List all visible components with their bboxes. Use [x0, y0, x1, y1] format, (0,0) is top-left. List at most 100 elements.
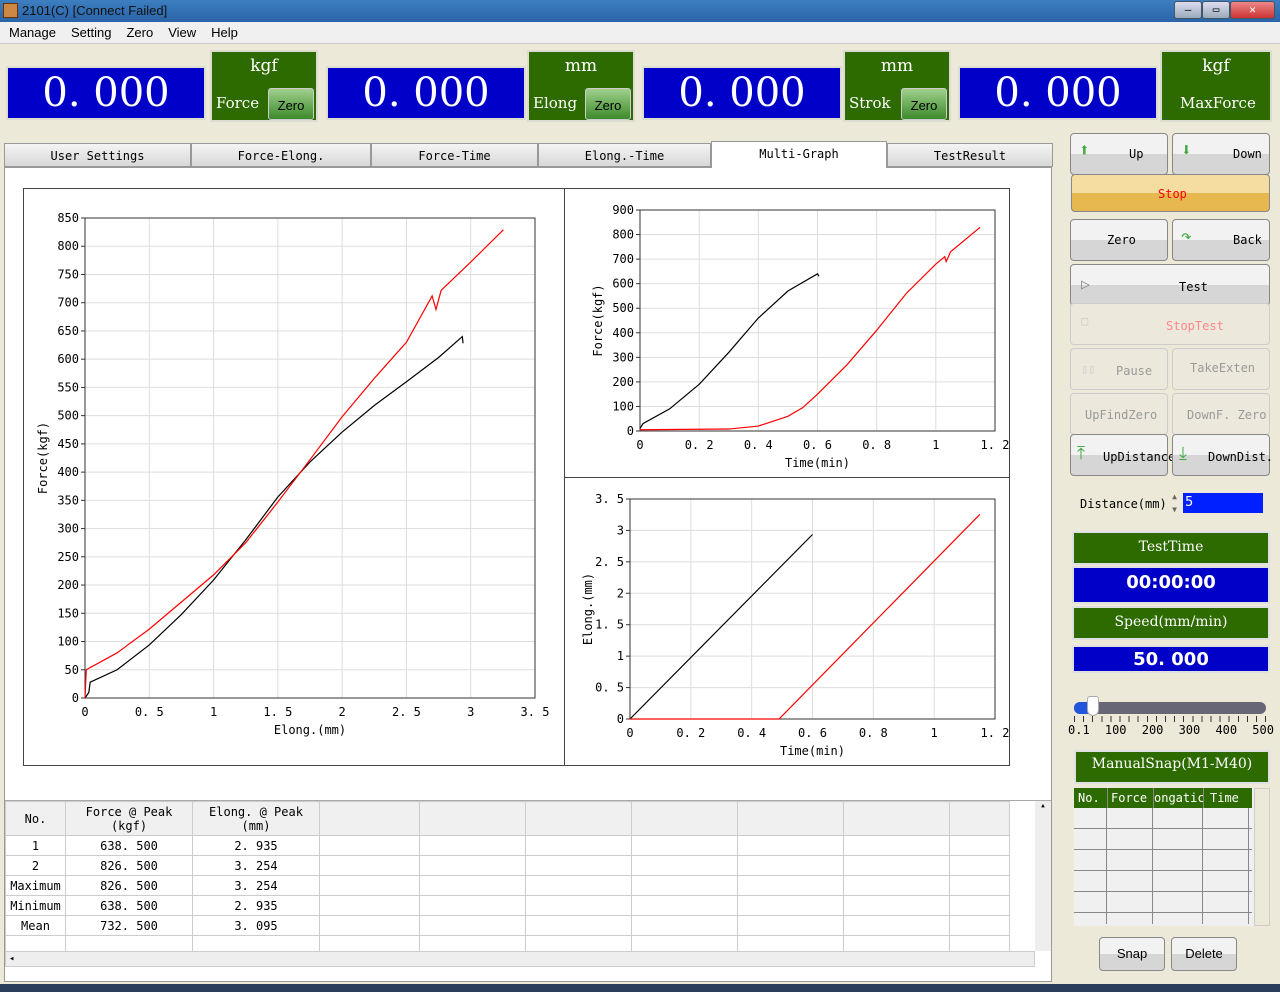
tab-test-result[interactable]: TestResult [887, 143, 1053, 167]
menu-view[interactable]: View [168, 22, 196, 43]
y-tick-label: 250 [57, 550, 79, 564]
y-tick-label: 2. 5 [595, 555, 624, 569]
manualsnap-title: ManualSnap(M1-M40) [1074, 750, 1270, 784]
updistance-button[interactable]: ⤒ UpDistance [1070, 434, 1175, 476]
up-label: Up [1129, 147, 1144, 161]
y-tick-label: 500 [612, 301, 634, 315]
close-button[interactable]: ✕ [1230, 1, 1275, 19]
y-tick-label: 2 [617, 586, 624, 600]
force-zero-button[interactable]: Zero [268, 88, 314, 120]
snap-scrollbar[interactable] [1254, 788, 1270, 926]
pause-icon: ▯▯ [1081, 362, 1096, 376]
tick-label: 100 [1104, 723, 1127, 737]
down-arrow-icon: ⬇ [1181, 140, 1192, 161]
elong-unit: mm [564, 56, 598, 76]
testtime-label: TestTime [1072, 531, 1270, 565]
y-tick-label: 1. 5 [595, 618, 624, 632]
minimize-button[interactable]: — [1174, 1, 1202, 19]
tab-elong-time[interactable]: Elong.-Time [538, 143, 711, 167]
maximize-button[interactable]: ▭ [1202, 1, 1230, 19]
header-elong-peak: Elong. @ Peak (mm) [192, 801, 320, 836]
speed-slider[interactable] [1074, 696, 1266, 716]
delete-button[interactable]: Delete [1171, 937, 1237, 971]
x-tick-label: 0 [626, 726, 633, 740]
results-table: No. Force @ Peak (kgf) Elong. @ Peak (mm) … [5, 801, 1010, 956]
table-cell: 2. 935 [192, 895, 320, 916]
y-tick-label: 450 [57, 437, 79, 451]
downfzero-label: DownF. Zero [1187, 408, 1267, 422]
y-tick-label: 3. 5 [595, 492, 624, 506]
vertical-scrollbar[interactable]: ▴ [1035, 801, 1051, 951]
upfindzero-button[interactable]: UpFindZero [1070, 393, 1168, 435]
y-tick-label: 800 [612, 228, 634, 242]
updistance-label: UpDistance [1103, 450, 1176, 464]
table-cell: 2. 935 [192, 835, 320, 856]
tab-force-time[interactable]: Force-Time [371, 143, 538, 167]
stop-label: Stop [1158, 187, 1187, 201]
elong-zero-button[interactable]: Zero [585, 88, 631, 120]
stroke-zero-button[interactable]: Zero [901, 88, 947, 120]
menu-help[interactable]: Help [211, 22, 238, 43]
downdist-button[interactable]: ⤓ DownDist. [1172, 434, 1273, 476]
table-cell: Mean [5, 915, 66, 936]
y-tick-label: 350 [57, 493, 79, 507]
speed-value: 50. 000 [1072, 645, 1270, 673]
y-tick-label: 1 [617, 649, 624, 663]
y-tick-label: 400 [612, 326, 634, 340]
y-tick-label: 800 [57, 239, 79, 253]
table-row: 1 638. 500 2. 935 [5, 835, 1010, 856]
x-axis-label: Time(min) [785, 456, 850, 470]
x-tick-label: 3. 5 [521, 705, 550, 719]
menu-zero[interactable]: Zero [126, 22, 153, 43]
up-button[interactable]: ⬆ Up [1070, 133, 1168, 175]
table-cell: 732. 500 [65, 915, 193, 936]
tab-force-elong[interactable]: Force-Elong. [191, 143, 371, 167]
x-tick-label: 1. 2 [981, 438, 1010, 452]
x-tick-label: 0. 8 [862, 438, 891, 452]
header-force-label: Force @ Peak [85, 804, 173, 819]
distance-input[interactable]: 5 [1183, 493, 1263, 513]
title-bar: 2101(C) [Connect Failed] — ▭ ✕ [0, 0, 1280, 22]
menu-manage[interactable]: Manage [9, 22, 56, 43]
x-tick-label: 2 [339, 705, 346, 719]
menu-setting[interactable]: Setting [71, 22, 111, 43]
tab-user-settings[interactable]: User Settings [4, 143, 191, 167]
test-label: Test [1179, 280, 1208, 294]
horizontal-scrollbar[interactable]: ◂ [5, 951, 1035, 967]
stop-button[interactable]: Stop [1071, 174, 1270, 212]
speed-slider-thumb[interactable] [1087, 696, 1100, 716]
test-button[interactable]: ▷ Test [1070, 264, 1270, 306]
x-tick-label: 0 [636, 438, 643, 452]
y-axis-label: Force(kgf) [591, 284, 605, 356]
elong-label: Elong [533, 94, 578, 112]
play-icon: ▷ [1081, 275, 1091, 293]
y-tick-label: 650 [57, 324, 79, 338]
header-no-label: No. [24, 811, 47, 826]
table-cell: 1 [5, 835, 66, 856]
x-tick-label: 0. 4 [744, 438, 773, 452]
stroke-readout: 0. 000 [642, 66, 842, 120]
table-cell: 2 [5, 855, 66, 876]
stoptest-button[interactable]: □ StopTest [1070, 303, 1270, 345]
takeexten-button[interactable]: TakeExten [1172, 348, 1270, 390]
tick-label: 200 [1141, 723, 1164, 737]
snap-table: No. Force ongatic Time [1074, 788, 1270, 926]
maxforce-unit-panel: kgf MaxForce [1160, 50, 1272, 122]
back-button[interactable]: ↷ Back [1172, 219, 1270, 261]
speed-label: Speed(mm/min) [1072, 606, 1270, 640]
snap-button[interactable]: Snap [1099, 937, 1165, 971]
down-button[interactable]: ⬇ Down [1172, 133, 1270, 175]
distance-spinner[interactable]: ▲ ▼ [1168, 490, 1181, 518]
x-tick-label: 0. 8 [859, 726, 888, 740]
y-tick-label: 100 [57, 635, 79, 649]
downfzero-button[interactable]: DownF. Zero [1172, 393, 1270, 435]
zero-button[interactable]: Zero [1070, 219, 1168, 261]
y-tick-label: 300 [612, 350, 634, 364]
pause-button[interactable]: ▯▯ Pause [1070, 348, 1168, 390]
results-table-container: No. Force @ Peak (kgf) Elong. @ Peak (mm) … [5, 800, 1051, 967]
stop-square-icon: □ [1081, 314, 1089, 328]
tab-multi-graph[interactable]: Multi-Graph [711, 141, 887, 168]
table-cell: Maximum [5, 875, 66, 896]
x-tick-label: 0. 2 [676, 726, 705, 740]
table-row: 2 826. 500 3. 254 [5, 855, 1010, 876]
